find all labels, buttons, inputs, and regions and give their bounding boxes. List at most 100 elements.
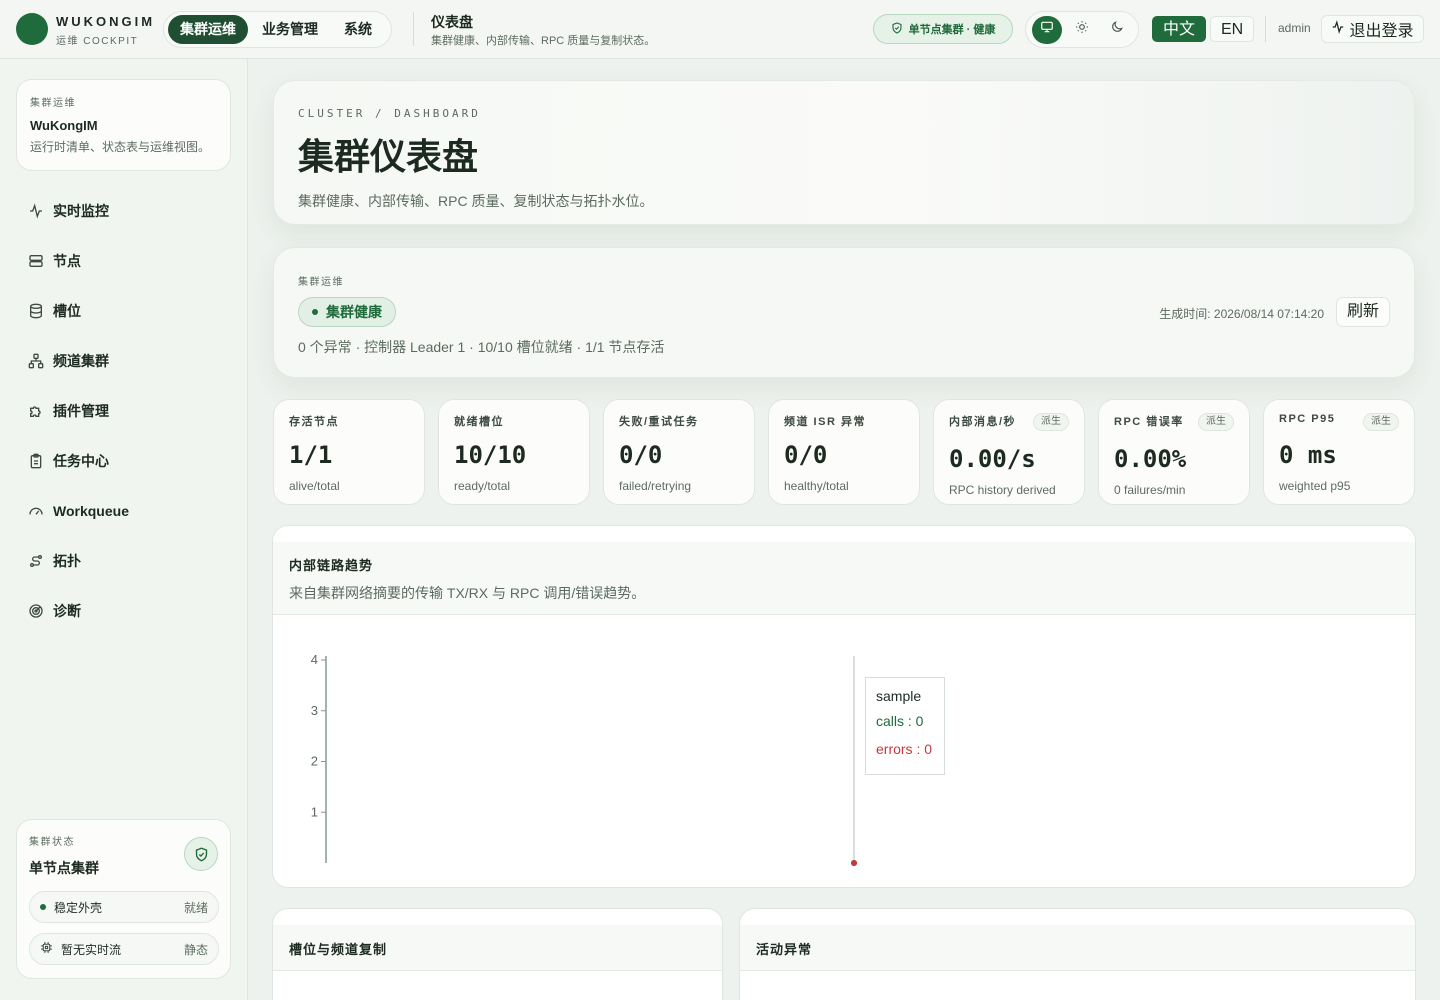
metric-card-internal-msgs: 内部消息/秒 派生 0.00/s RPC history derived bbox=[933, 399, 1085, 505]
generated-label: 生成时间: bbox=[1159, 307, 1211, 321]
status-row-shell: 稳定外壳 就绪 bbox=[29, 891, 219, 923]
sidebar-item-plugins[interactable]: 插件管理 bbox=[16, 392, 231, 430]
sidebar-item-slots[interactable]: 槽位 bbox=[16, 292, 231, 330]
metric-caption: failed/retrying bbox=[619, 479, 692, 493]
sidebar-item-label: 槽位 bbox=[53, 303, 81, 319]
chart-tooltip: sample calls : 0 errors : 0 bbox=[865, 677, 945, 775]
refresh-button[interactable]: 刷新 bbox=[1335, 297, 1390, 327]
brand-name: WUKONGIM bbox=[56, 14, 156, 29]
sidebar-item-label: 插件管理 bbox=[53, 403, 109, 419]
health-badge: 集群健康 bbox=[298, 297, 396, 327]
top-bar: WUKONGIM 运维 COCKPIT 集群运维 业务管理 系统 仪表盘 集群健… bbox=[0, 0, 1440, 59]
sidebar-item-label: 频道集群 bbox=[53, 353, 109, 369]
page-subtitle: 集群健康、内部传输、RPC 质量、复制状态与拓扑水位。 bbox=[298, 193, 654, 209]
radar-icon bbox=[28, 603, 44, 619]
logout-button[interactable]: 退出登录 bbox=[1321, 15, 1424, 43]
metric-value: 0/0 bbox=[784, 441, 828, 469]
metric-card-ready-slots: 就绪槽位 10/10 ready/total bbox=[438, 399, 590, 505]
metric-caption: alive/total bbox=[289, 479, 340, 493]
y-tick-label: 3 bbox=[311, 703, 318, 718]
metric-caption: RPC history derived bbox=[949, 483, 1056, 497]
cluster-status-label: 单节点集群 · 健康 bbox=[908, 24, 996, 36]
health-label: 集群健康 bbox=[326, 304, 382, 320]
metric-label: 频道 ISR 异常 bbox=[784, 416, 866, 428]
sidebar-item-diagnostics[interactable]: 诊断 bbox=[16, 592, 231, 630]
topnav-item-system[interactable]: 系统 bbox=[332, 15, 384, 44]
metric-card-rpc-p95: RPC P95 派生 0 ms weighted p95 bbox=[1263, 399, 1415, 505]
page-head-title: 仪表盘 bbox=[431, 14, 473, 30]
metric-value: 0 ms bbox=[1279, 441, 1337, 469]
activity-icon bbox=[1331, 19, 1345, 39]
sidebar-item-channel-cluster[interactable]: 频道集群 bbox=[16, 342, 231, 380]
metric-value: 1/1 bbox=[289, 441, 333, 469]
generated-time: 生成时间: 2026/08/14 07:14:20 bbox=[1159, 305, 1324, 322]
sidebar-item-nodes[interactable]: 节点 bbox=[16, 242, 231, 280]
tooltip-calls: calls : 0 bbox=[876, 713, 924, 729]
metric-caption: 0 failures/min bbox=[1114, 483, 1186, 497]
metric-card-alive-nodes: 存活节点 1/1 alive/total bbox=[273, 399, 425, 505]
lang-en-button[interactable]: EN bbox=[1210, 16, 1255, 42]
status-row-stream: 暂无实时流 静态 bbox=[29, 933, 219, 965]
lang-zh-button[interactable]: 中文 bbox=[1152, 16, 1207, 42]
cluster-status-card: 集群状态 单节点集群 稳定外壳 就绪 暂无实时流 静态 bbox=[16, 819, 231, 979]
trend-chart-card: 内部链路趋势 来自集群网络摘要的传输 TX/RX 与 RPC 调用/错误趋势。 … bbox=[272, 525, 1416, 888]
divider bbox=[1265, 16, 1266, 42]
theme-switcher bbox=[1025, 11, 1139, 48]
metric-label: 存活节点 bbox=[289, 416, 339, 428]
derived-badge: 派生 bbox=[1198, 413, 1234, 431]
status-dot bbox=[40, 904, 46, 910]
sidebar-item-monitoring[interactable]: 实时监控 bbox=[16, 192, 231, 230]
metric-caption: healthy/total bbox=[784, 479, 849, 493]
context-title: WuKongIM bbox=[30, 118, 98, 133]
chart-subtitle: 来自集群网络摘要的传输 TX/RX 与 RPC 调用/错误趋势。 bbox=[289, 585, 646, 601]
sidebar-item-label: 实时监控 bbox=[53, 203, 109, 219]
topnav-item-cluster-ops[interactable]: 集群运维 bbox=[168, 15, 248, 44]
status-row-label: 暂无实时流 bbox=[61, 942, 122, 957]
data-point-errors bbox=[851, 860, 857, 866]
generated-value: 2026/08/14 07:14:20 bbox=[1213, 307, 1324, 321]
cluster-status-chip[interactable]: 单节点集群 · 健康 bbox=[873, 14, 1013, 44]
tooltip-errors: errors : 0 bbox=[876, 741, 933, 757]
page-title: 集群仪表盘 bbox=[298, 136, 479, 177]
theme-dark-button[interactable] bbox=[1102, 16, 1132, 44]
theme-light-button[interactable] bbox=[1067, 16, 1097, 44]
anomalies-title: 活动异常 bbox=[740, 925, 1415, 971]
replication-title: 槽位与频道复制 bbox=[273, 925, 722, 971]
sidebar-item-tasks[interactable]: 任务中心 bbox=[16, 442, 231, 480]
cluster-ops-card: 集群运维 集群健康 0 个异常 · 控制器 Leader 1 · 10/10 槽… bbox=[273, 247, 1415, 378]
status-row-label: 稳定外壳 bbox=[54, 900, 103, 915]
metric-label: 失败/重试任务 bbox=[619, 416, 699, 428]
brand-logo bbox=[16, 13, 48, 45]
y-tick-label: 4 bbox=[311, 652, 318, 667]
metric-caption: ready/total bbox=[454, 479, 511, 493]
derived-badge: 派生 bbox=[1363, 413, 1399, 431]
brand-subtitle: 运维 COCKPIT bbox=[56, 36, 139, 47]
status-row-value: 静态 bbox=[183, 942, 208, 957]
hero-panel: CLUSTER / DASHBOARD 集群仪表盘 集群健康、内部传输、RPC … bbox=[273, 80, 1415, 225]
sidebar-item-topology[interactable]: 拓扑 bbox=[16, 542, 231, 580]
shield-check-icon bbox=[184, 837, 218, 871]
sidebar-item-label: 拓扑 bbox=[53, 553, 81, 569]
metric-label: 就绪槽位 bbox=[454, 416, 504, 428]
chart-header: 内部链路趋势 来自集群网络摘要的传输 TX/RX 与 RPC 调用/错误趋势。 bbox=[273, 542, 1415, 615]
context-subtitle: 运行时清单、状态表与运维视图。 bbox=[30, 140, 211, 154]
puzzle-icon bbox=[28, 403, 44, 419]
page-head-subtitle: 集群健康、内部传输、RPC 质量与复制状态。 bbox=[431, 35, 656, 47]
metric-caption: weighted p95 bbox=[1279, 479, 1351, 493]
sidebar-item-workqueue[interactable]: Workqueue bbox=[16, 492, 231, 530]
sidebar-item-label: 节点 bbox=[53, 253, 81, 269]
theme-system-button[interactable] bbox=[1032, 15, 1063, 44]
server-icon bbox=[28, 253, 44, 269]
divider bbox=[413, 12, 414, 46]
sun-icon bbox=[1075, 20, 1089, 39]
sidebar-item-label: Workqueue bbox=[53, 503, 129, 519]
activity-icon bbox=[28, 203, 44, 219]
user-name: admin bbox=[1278, 21, 1311, 35]
route-icon bbox=[28, 553, 44, 569]
trend-chart[interactable]: 1 2 3 4 bbox=[273, 616, 1415, 888]
metric-card-failed-tasks: 失败/重试任务 0/0 failed/retrying bbox=[603, 399, 755, 505]
sidebar: 集群运维 WuKongIM 运行时清单、状态表与运维视图。 实时监控 节点 槽位… bbox=[0, 59, 248, 1000]
topnav-item-business[interactable]: 业务管理 bbox=[250, 15, 330, 44]
metric-value: 10/10 bbox=[454, 441, 527, 469]
cpu-icon bbox=[40, 941, 53, 957]
